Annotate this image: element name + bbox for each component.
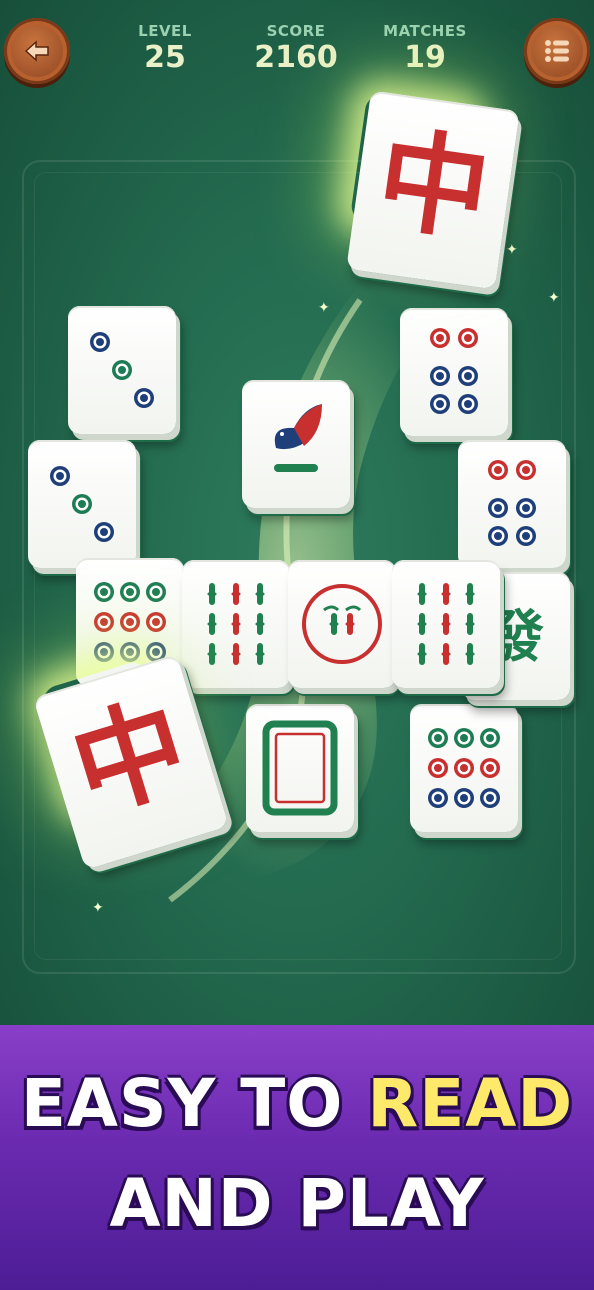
sparkle-icon: ✦ <box>318 300 330 316</box>
sparkle-icon: ✦ <box>548 290 560 306</box>
white-dragon-icon <box>262 720 338 816</box>
menu-button[interactable] <box>524 18 590 84</box>
circles-3-icon <box>50 466 114 542</box>
sparkle-icon: ✦ <box>92 900 104 916</box>
banner-text-easy-to: EASY TO <box>20 1065 368 1142</box>
tile-three-circles-b[interactable] <box>28 440 136 568</box>
arrow-left-icon <box>24 40 49 62</box>
tile-nine-bamboo-a[interactable] <box>182 560 290 688</box>
score-stat: SCORE 2160 <box>226 22 366 76</box>
tile-six-circles-right[interactable] <box>458 440 566 568</box>
tile-nine-circles-bottom[interactable] <box>410 704 518 832</box>
score-label: SCORE <box>266 22 326 40</box>
tile-red-dragon-top[interactable]: 中 <box>346 90 520 290</box>
tile-six-circles-top[interactable] <box>400 308 508 436</box>
level-value: 25 <box>144 40 186 75</box>
circles-6-icon <box>430 328 478 414</box>
tile-one-bamboo-circle[interactable] <box>288 560 396 688</box>
red-dragon-icon: 中 <box>370 116 497 258</box>
level-stat: LEVEL 25 <box>95 22 235 76</box>
score-value: 2160 <box>254 40 338 75</box>
bamboo-circle-icon <box>302 584 382 664</box>
banner-text-read: READ <box>367 1065 574 1142</box>
tile-three-circles-a[interactable] <box>68 306 176 434</box>
list-menu-icon <box>545 40 569 62</box>
matches-label: MATCHES <box>383 22 467 40</box>
circles-9-icon <box>428 728 500 808</box>
circles-3-icon <box>90 332 154 408</box>
tile-white-dragon[interactable] <box>246 704 354 832</box>
svg-text:中: 中 <box>59 682 202 837</box>
matches-stat: MATCHES 19 <box>355 22 495 76</box>
tile-bird-bamboo[interactable] <box>242 380 350 508</box>
circles-6-icon <box>488 460 536 546</box>
bamboo-1-bird-icon <box>274 404 322 472</box>
promo-banner: EASY TO READ AND PLAY <box>0 1025 594 1290</box>
sparkle-icon: ✦ <box>506 242 518 258</box>
banner-line-2: AND PLAY <box>0 1165 594 1242</box>
matches-value: 19 <box>404 40 446 75</box>
banner-line-1: EASY TO READ <box>0 1065 594 1142</box>
level-label: LEVEL <box>138 22 192 40</box>
banner-text-and-play: AND PLAY <box>109 1165 485 1242</box>
bamboo-9-icon <box>207 583 265 665</box>
bamboo-9-icon <box>417 583 475 665</box>
svg-text:中: 中 <box>370 116 497 258</box>
back-button[interactable] <box>4 18 70 84</box>
tile-nine-bamboo-b[interactable] <box>392 560 500 688</box>
game-board-area: ✦ ✦ ✦ ✦ LEVEL 25 SCORE 2160 MATCHES 19 中… <box>0 0 594 1025</box>
